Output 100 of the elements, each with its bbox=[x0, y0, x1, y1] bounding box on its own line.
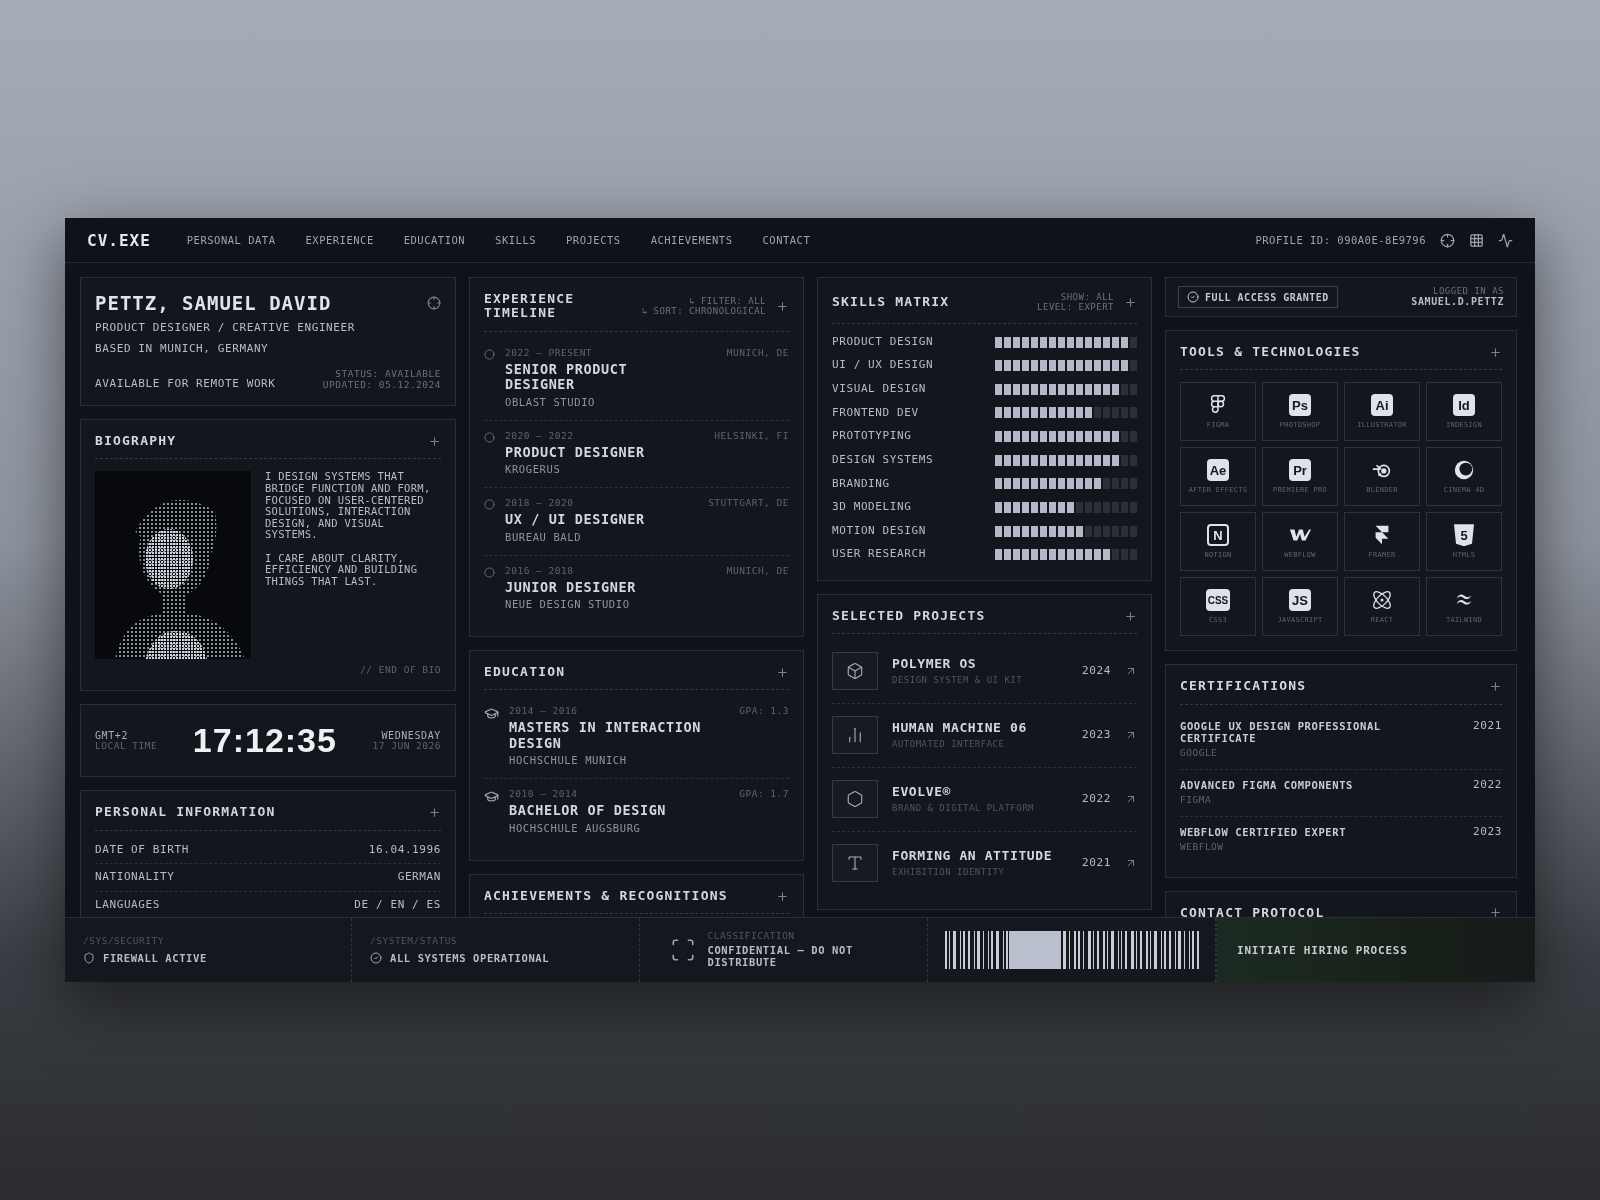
shield-icon bbox=[83, 951, 95, 964]
status: STATUS: AVAILABLE bbox=[335, 369, 441, 381]
letter-t-icon bbox=[846, 854, 864, 873]
add-button[interactable] bbox=[776, 889, 789, 903]
nav-link[interactable]: PROJECTS bbox=[566, 234, 621, 246]
info-value: GERMAN bbox=[397, 871, 441, 884]
app-logo-icon: Pr bbox=[1289, 459, 1311, 482]
job-role: SENIOR PRODUCT DESIGNER bbox=[505, 361, 629, 393]
project-name: POLYMER OS bbox=[892, 657, 978, 673]
project-year: 2022 bbox=[1082, 793, 1111, 806]
timezone: GMT+2 bbox=[95, 729, 130, 742]
project-subtitle: BRAND & DIGITAL PLATFORM bbox=[892, 803, 1036, 814]
skill-name: VISUAL DESIGN bbox=[832, 382, 926, 396]
period: 2020 – 2022 bbox=[505, 430, 574, 442]
pulse-icon[interactable] bbox=[1498, 232, 1513, 248]
certificate-year: 2021 bbox=[1473, 719, 1502, 734]
add-button[interactable] bbox=[776, 299, 789, 313]
bio-paragraph: I DESIGN SYSTEMS THAT BRIDGE FUNCTION AND FORM, FOCUSED ON USER-CENTERED SOLUTIONS, INTERACTION DESIGN, AND VISUAL SYSTEMS. bbox=[265, 471, 432, 541]
graduation-cap-icon bbox=[484, 706, 499, 722]
timezone-label: LOCAL TIME bbox=[95, 741, 158, 753]
hiring-button[interactable]: INITIATE HIRING PROCESS bbox=[1216, 918, 1535, 982]
nav-link[interactable]: EXPERIENCE bbox=[305, 234, 374, 246]
add-button[interactable] bbox=[1124, 295, 1137, 309]
security-status: FIREWALL ACTIVE bbox=[103, 951, 207, 964]
company: OBLAST STUDIO bbox=[505, 395, 596, 408]
gpa: GPA: 1.3 bbox=[739, 706, 789, 718]
certificate-year: 2022 bbox=[1473, 778, 1502, 793]
app-logo-icon: Ae bbox=[1207, 459, 1229, 482]
nav-link[interactable]: PERSONAL DATA bbox=[186, 234, 276, 246]
show-filter: SHOW: ALL bbox=[1060, 292, 1114, 303]
cube-icon bbox=[846, 662, 864, 681]
job-role: PRODUCT DESIGNER bbox=[505, 444, 646, 461]
certificate-issuer: GOOGLE bbox=[1180, 747, 1219, 759]
degree: BACHELOR OF DESIGN bbox=[509, 803, 668, 819]
sort-label: ↳ SORT: CHRONOLOGICAL bbox=[641, 306, 766, 317]
info-value: DE / EN / ES bbox=[354, 898, 441, 912]
date: 17 JUN 2026 bbox=[372, 741, 441, 753]
nav-link[interactable]: ACHIEVEMENTS bbox=[650, 234, 733, 246]
status-path: /SYSTEM/STATUS bbox=[370, 936, 459, 947]
nav-link[interactable]: EDUCATION bbox=[403, 234, 466, 246]
section-title: SELECTED PROJECTS bbox=[832, 609, 987, 624]
username: SAMUEL.D.PETTZ bbox=[1411, 296, 1504, 308]
degree: MASTERS IN INTERACTION DESIGN bbox=[509, 720, 702, 752]
section-title: BIOGRAPHY bbox=[95, 434, 178, 449]
nav-link[interactable]: SKILLS bbox=[495, 234, 537, 246]
grid-icon[interactable] bbox=[1469, 232, 1484, 248]
certificate-year: 2023 bbox=[1473, 825, 1502, 840]
timeline-dot-icon bbox=[484, 431, 495, 443]
profile-id: PROFILE ID: 090A0E-8E9796 bbox=[1255, 233, 1426, 247]
check-icon bbox=[1187, 291, 1199, 303]
project-name: HUMAN MACHINE 06 bbox=[892, 721, 1028, 737]
app-logo-icon: Ps bbox=[1289, 394, 1311, 417]
bar-chart-icon bbox=[846, 726, 864, 745]
skill-name: 3D MODELING bbox=[832, 501, 912, 514]
section-title: CERTIFICATIONS bbox=[1180, 679, 1308, 694]
project-year: 2021 bbox=[1082, 857, 1111, 870]
job-role: UX / UI DESIGNER bbox=[505, 512, 646, 528]
app-logo-icon: Ai bbox=[1371, 394, 1393, 417]
add-button[interactable] bbox=[1489, 679, 1502, 693]
school: HOCHSCHULE MUNICH bbox=[509, 754, 628, 767]
add-button[interactable] bbox=[1124, 609, 1137, 623]
hexagon-icon bbox=[846, 790, 864, 809]
section-title: SKILLS MATRIX bbox=[832, 295, 951, 310]
classification-label: CLASSIFICATION bbox=[707, 931, 796, 943]
skill-name: DESIGN SYSTEMS bbox=[832, 453, 934, 467]
period: 2014 – 2016 bbox=[509, 706, 578, 718]
app-logo-icon: JS bbox=[1289, 589, 1311, 612]
nav-link[interactable]: CONTACT bbox=[762, 234, 811, 246]
add-button[interactable] bbox=[428, 806, 441, 819]
job-location: STUTTGART, DE bbox=[708, 498, 789, 510]
add-button[interactable] bbox=[776, 665, 789, 679]
skill-name: PRODUCT DESIGN bbox=[832, 335, 934, 349]
clock-time: 17:12:35 bbox=[192, 721, 337, 761]
app-logo-icon: CSS bbox=[1205, 589, 1231, 612]
add-button[interactable] bbox=[1489, 345, 1502, 359]
check-icon bbox=[370, 951, 382, 964]
location: BASED IN MUNICH, GERMANY bbox=[95, 342, 270, 356]
company: BUREAU BALD bbox=[505, 530, 583, 543]
project-year: 2023 bbox=[1082, 729, 1111, 742]
certificate-name: ADVANCED FIGMA COMPONENTS bbox=[1180, 778, 1354, 791]
skill-name: USER RESEARCH bbox=[832, 548, 926, 562]
updated-date: UPDATED: 05.12.2024 bbox=[322, 380, 441, 392]
gpa: GPA: 1.7 bbox=[739, 789, 789, 801]
graduation-cap-icon bbox=[484, 789, 499, 805]
period: 2010 – 2014 bbox=[509, 789, 578, 801]
add-button[interactable] bbox=[428, 434, 441, 448]
skill-name: UI / UX DESIGN bbox=[832, 359, 934, 372]
crosshair-icon[interactable] bbox=[1440, 232, 1455, 248]
info-label: NATIONALITY bbox=[95, 871, 175, 884]
filter-label: ↳ FILTER: ALL bbox=[689, 295, 766, 307]
period: 2022 – PRESENT bbox=[505, 347, 593, 359]
login-label: LOGGED IN AS bbox=[1432, 286, 1504, 297]
section-title: EDUCATION bbox=[484, 665, 567, 680]
status-path: /SYS/SECURITY bbox=[83, 936, 165, 947]
certificate-name: WEBFLOW CERTIFIED EXPERT bbox=[1180, 825, 1347, 838]
project-name: EVOLVE® bbox=[892, 785, 952, 801]
project-year: 2024 bbox=[1082, 665, 1111, 678]
skill-name: FRONTEND DEV bbox=[832, 406, 919, 420]
add-button[interactable] bbox=[1489, 906, 1502, 917]
weekday: WEDNESDAY bbox=[381, 729, 441, 742]
